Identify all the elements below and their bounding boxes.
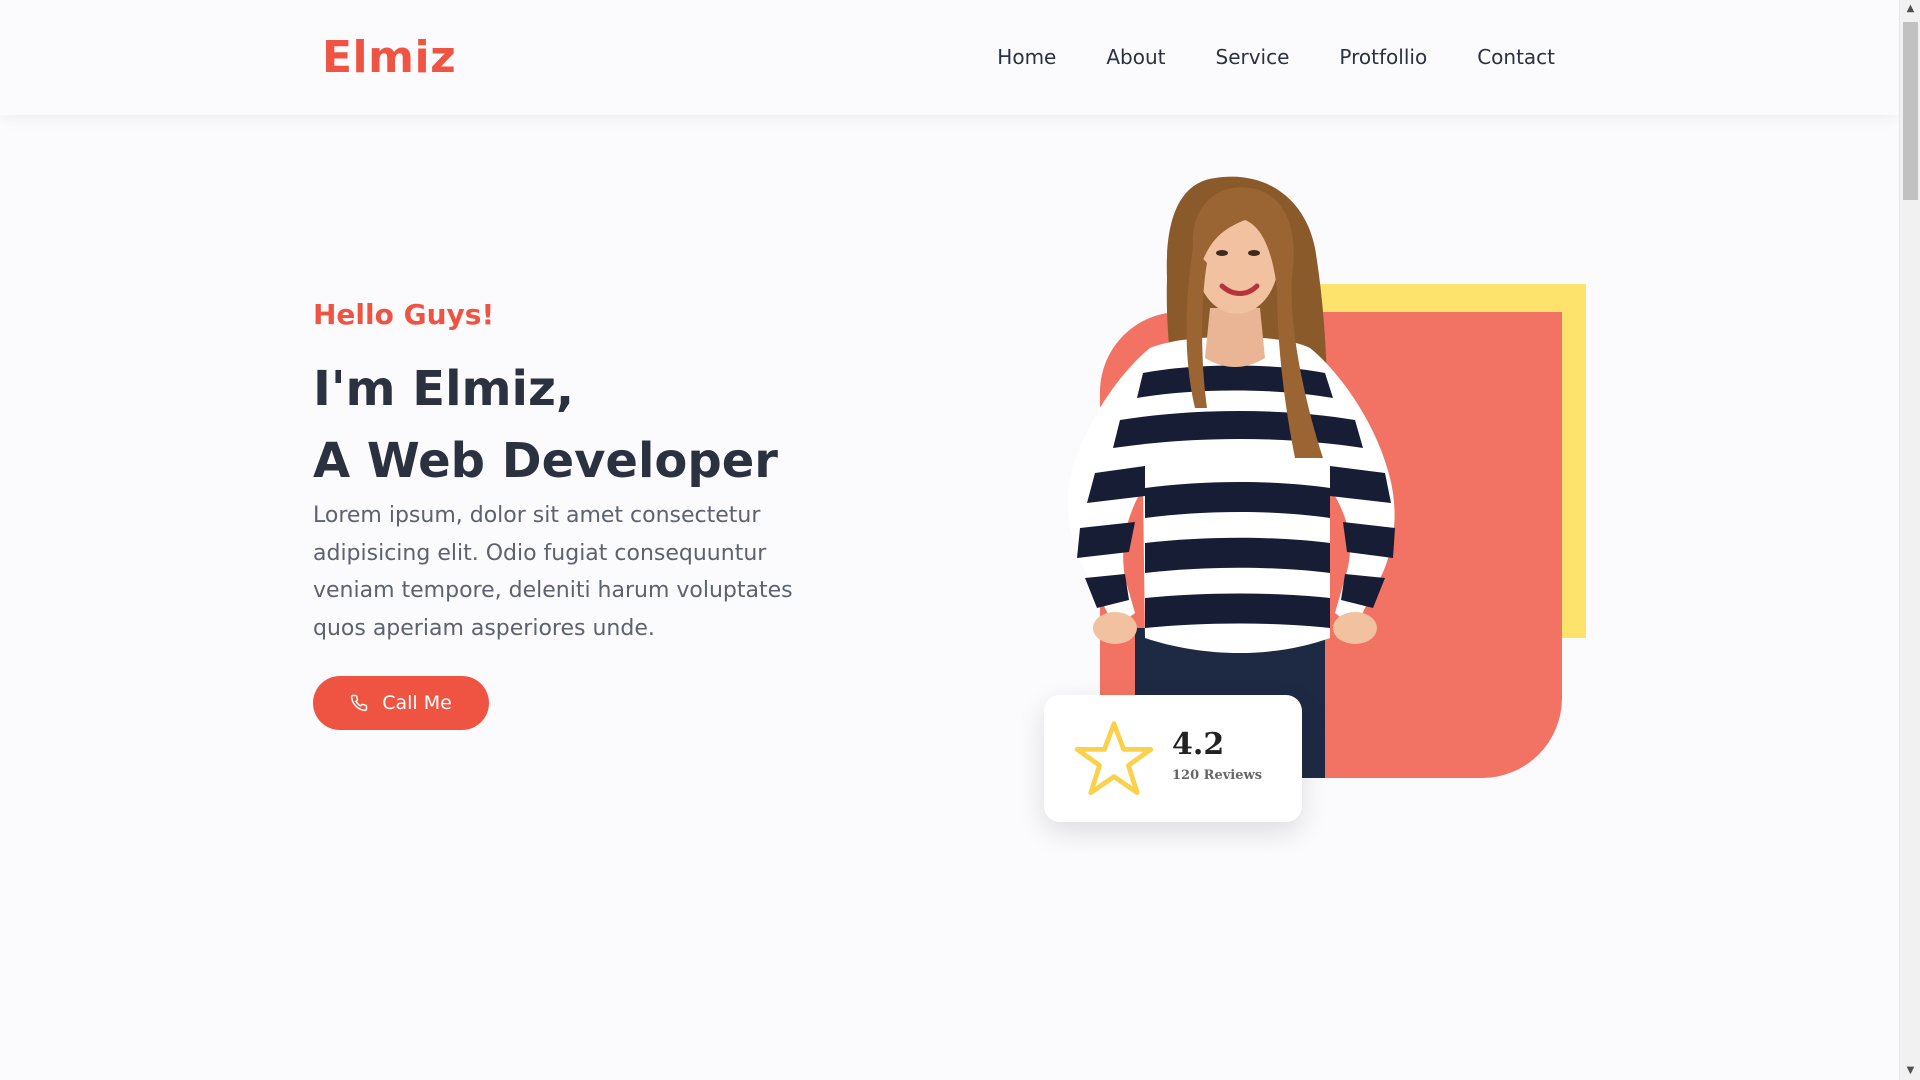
logo[interactable]: Elmiz	[322, 30, 456, 86]
headline-line-1: I'm Elmiz,	[313, 361, 575, 417]
reviews-count: 120 Reviews	[1172, 768, 1263, 783]
headline-line-2: A Web Developer	[313, 433, 778, 489]
vertical-scrollbar[interactable]: ▲ ▼	[1899, 0, 1920, 1080]
scrollbar-thumb[interactable]	[1903, 22, 1918, 200]
scroll-down-arrow-icon[interactable]: ▼	[1900, 1062, 1920, 1080]
call-me-button[interactable]: Call Me	[313, 676, 489, 730]
page: Elmiz Home About Service Protfollio Cont…	[0, 0, 1920, 1080]
phone-icon	[350, 694, 368, 712]
review-card: 4.2 120 Reviews	[1044, 695, 1302, 822]
hero-greeting: Hello Guys!	[313, 298, 495, 331]
hero-text: Hello Guys! I'm Elmiz, A Web Developer L…	[313, 295, 833, 730]
hero-headline: I'm Elmiz, A Web Developer	[313, 353, 833, 497]
call-me-label: Call Me	[382, 692, 452, 714]
nav-home[interactable]: Home	[997, 43, 1056, 71]
main-nav: Home About Service Protfollio Contact	[997, 43, 1555, 71]
nav-about[interactable]: About	[1106, 43, 1165, 71]
hero-person-image	[1067, 176, 1395, 778]
nav-contact[interactable]: Contact	[1477, 43, 1555, 71]
nav-portfolio[interactable]: Protfollio	[1339, 43, 1427, 71]
nav-service[interactable]: Service	[1216, 43, 1290, 71]
hero-description: Lorem ipsum, dolor sit amet consectetur …	[313, 503, 793, 641]
star-outline-icon	[1074, 721, 1154, 795]
scroll-up-arrow-icon[interactable]: ▲	[1900, 0, 1920, 18]
rating-value: 4.2	[1172, 727, 1225, 762]
site-header: Elmiz Home About Service Protfollio Cont…	[0, 0, 1899, 115]
